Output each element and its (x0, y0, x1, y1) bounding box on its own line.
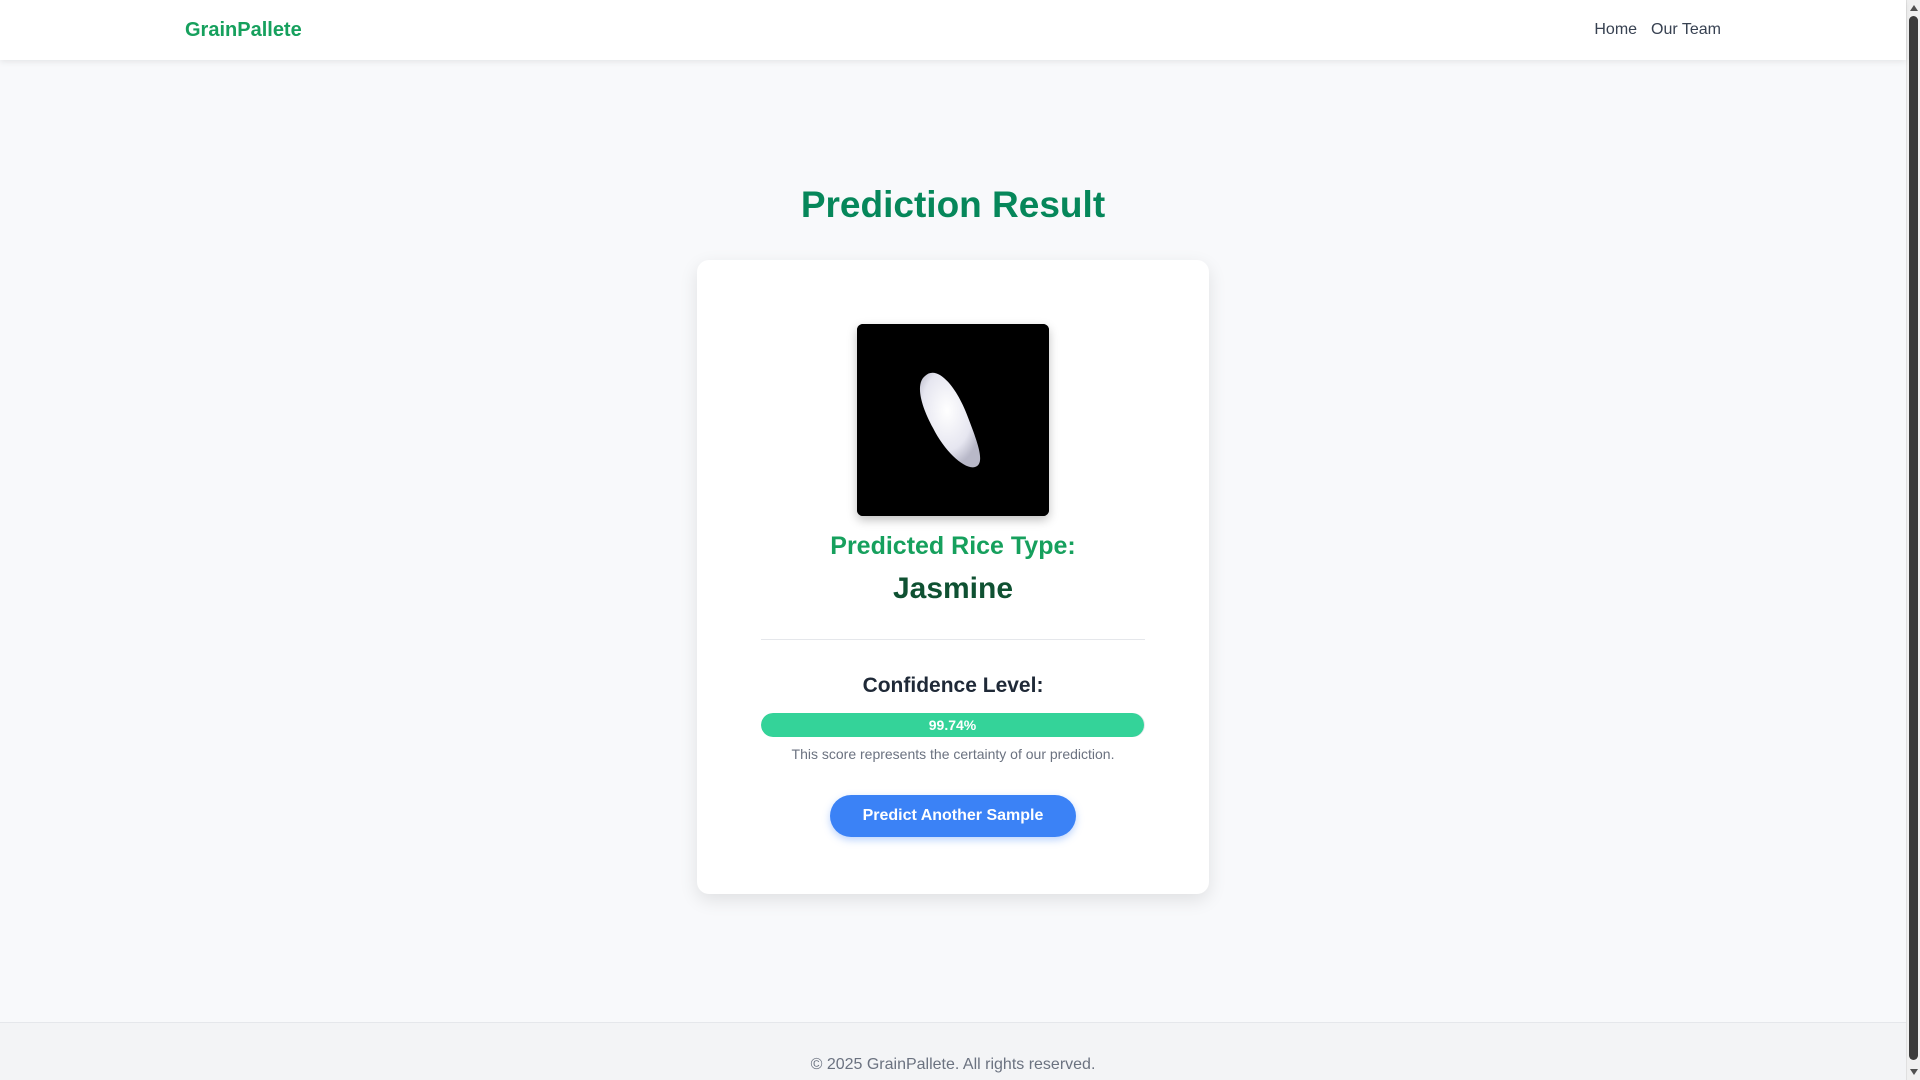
footer-copyright: © 2025 GrainPallete. All rights reserved… (810, 1056, 1096, 1073)
nav-link-home[interactable]: Home (1594, 21, 1637, 39)
navbar: GrainPallete Home Our Team (0, 0, 1906, 60)
scrollbar-thumb[interactable] (1909, 16, 1918, 1060)
main-content: Prediction Result Predicted Rice Type: J… (0, 60, 1906, 1022)
predicted-type-value: Jasmine (892, 572, 1014, 605)
confidence-label: Confidence Level: (862, 674, 1044, 697)
confidence-progress-bar: 99.74% (761, 713, 1145, 737)
confidence-note: This score represents the certainty of o… (791, 746, 1115, 762)
page-title: Prediction Result (800, 184, 1106, 225)
page: GrainPallete Home Our Team Prediction Re… (0, 0, 1920, 1080)
brand-logo[interactable]: GrainPallete (185, 19, 302, 42)
nav-links: Home Our Team (1594, 21, 1721, 39)
nav-link-our-team[interactable]: Our Team (1651, 21, 1721, 39)
predicted-type-label: Predicted Rice Type: (830, 532, 1076, 560)
result-card: Predicted Rice Type: Jasmine Confidence … (697, 260, 1209, 894)
scroll-up-arrow-icon[interactable] (1910, 5, 1918, 11)
scroll-down-arrow-icon[interactable] (1910, 1069, 1918, 1075)
rice-grain-image (857, 324, 1049, 516)
confidence-percent-text: 99.74% (928, 717, 977, 733)
footer: © 2025 GrainPallete. All rights reserved… (0, 1022, 1906, 1080)
confidence-progress-fill: 99.74% (761, 713, 1144, 737)
divider (761, 639, 1145, 640)
vertical-scrollbar[interactable] (1906, 0, 1920, 1080)
predict-another-button[interactable]: Predict Another Sample (830, 795, 1076, 837)
